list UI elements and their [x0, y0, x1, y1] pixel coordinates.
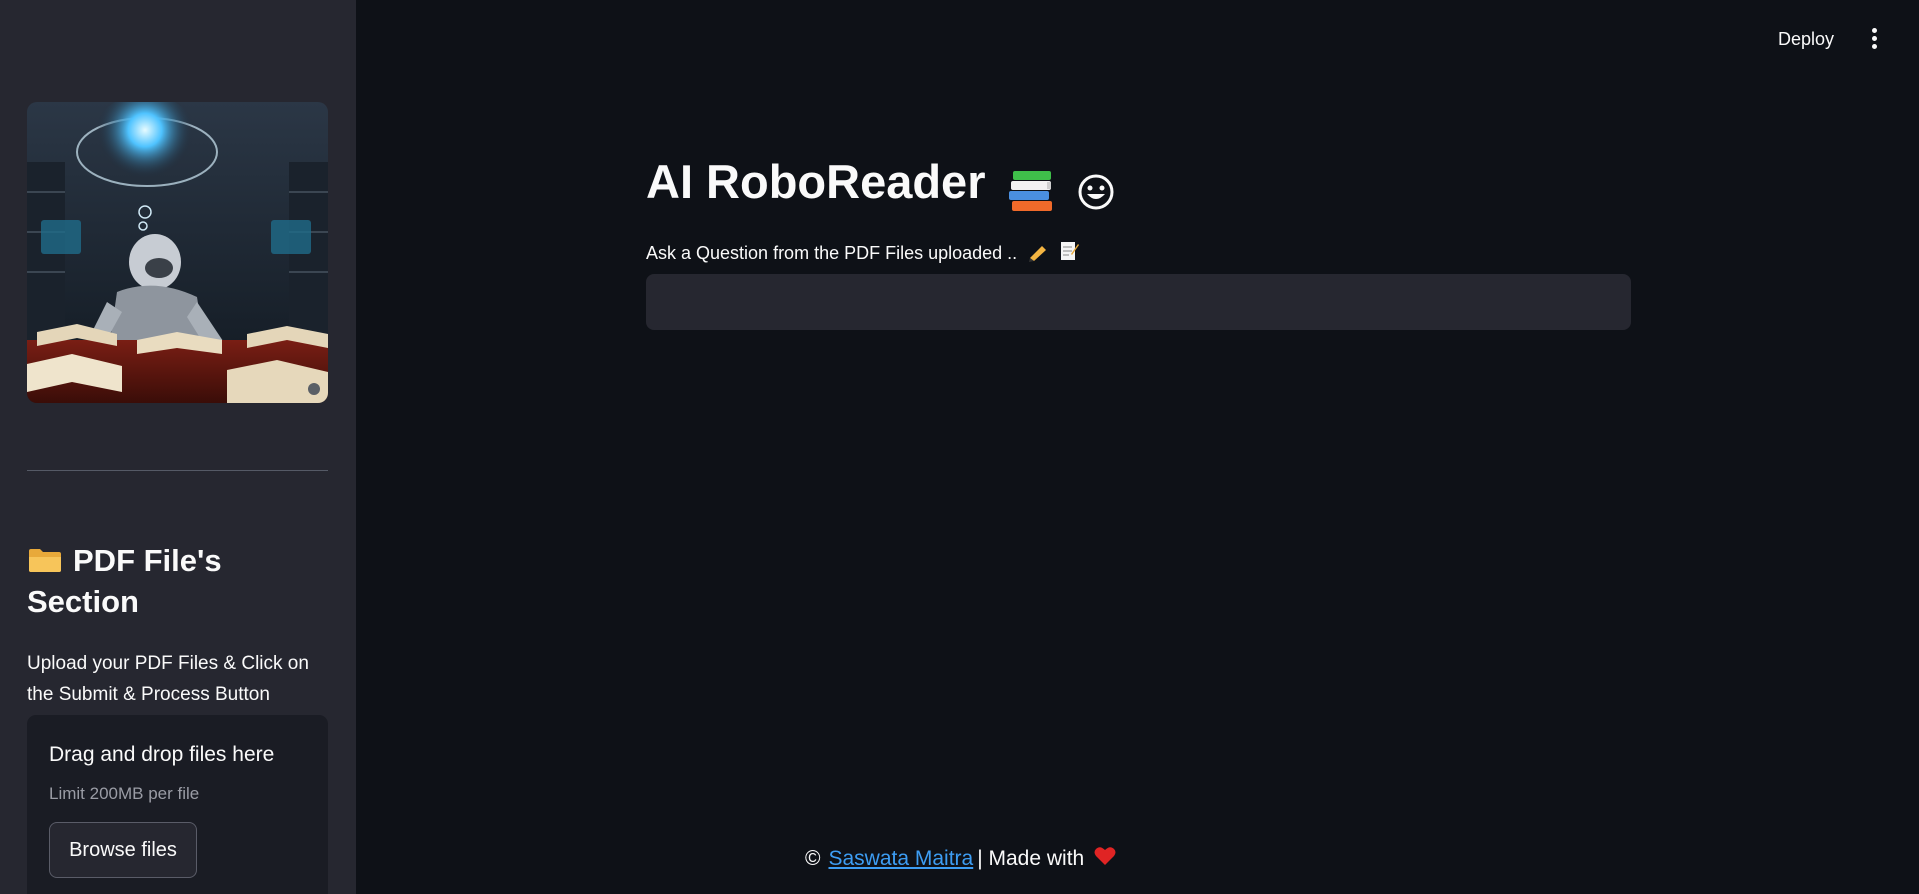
- question-input[interactable]: [646, 274, 1631, 330]
- sidebar-description: Upload your PDF Files & Click on the Sub…: [27, 653, 309, 705]
- sidebar: PDF File's Section Upload your PDF Files…: [0, 0, 356, 894]
- grinning-face-icon: [1078, 174, 1114, 210]
- heart-icon: [1094, 846, 1116, 872]
- browse-files-button[interactable]: Browse files: [49, 822, 197, 878]
- file-uploader-dropzone[interactable]: Drag and drop files here Limit 200MB per…: [27, 715, 328, 894]
- footer-suffix: | Made with: [977, 847, 1085, 870]
- sidebar-divider: [27, 470, 328, 471]
- page-title-text: AI RoboReader: [646, 155, 986, 208]
- uploader-title: Drag and drop files here: [49, 743, 275, 766]
- writing-hand-icon: [1029, 246, 1047, 262]
- question-label-text: Ask a Question from the PDF Files upload…: [646, 243, 1018, 263]
- footer-copyright: ©: [805, 847, 821, 870]
- question-label: Ask a Question from the PDF Files upload…: [646, 240, 1080, 264]
- page-title: AI RoboReader: [646, 152, 1116, 218]
- footer-author-link[interactable]: Saswata Maitra: [828, 847, 973, 871]
- deploy-button[interactable]: Deploy: [1766, 22, 1846, 56]
- more-vertical-icon[interactable]: [1862, 24, 1886, 54]
- memo-icon: [1061, 242, 1080, 260]
- books-icon: [1008, 170, 1052, 211]
- robot-reading-books-image: [27, 102, 328, 403]
- footer: © Saswata Maitra | Made with: [805, 846, 1116, 872]
- uploader-limit: Limit 200MB per file: [49, 784, 200, 803]
- folder-icon: [27, 542, 63, 572]
- sidebar-section-title: PDF File's Section: [27, 540, 328, 622]
